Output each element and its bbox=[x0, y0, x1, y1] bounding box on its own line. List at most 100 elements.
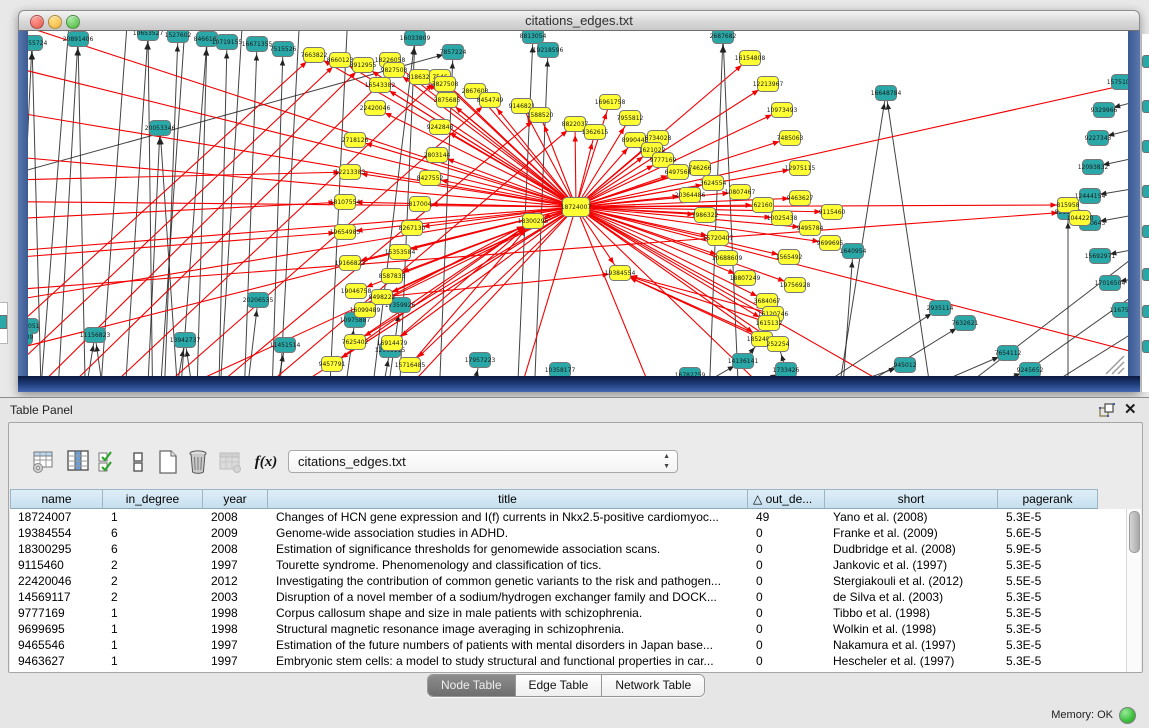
cell-short[interactable]: Stergiakouli et al. (2012) bbox=[825, 573, 998, 589]
graph-node[interactable]: 1588520 bbox=[527, 108, 554, 123]
graph-node[interactable]: 17957223 bbox=[465, 353, 496, 368]
graph-node[interactable]: 12975115 bbox=[785, 161, 816, 176]
cell-name[interactable]: 9463627 bbox=[10, 653, 103, 669]
table-row[interactable]: 2242004622012Investigating the contribut… bbox=[10, 573, 1126, 589]
cell-pagerank[interactable]: 5.3E-5 bbox=[998, 509, 1098, 525]
column-header-year[interactable]: year bbox=[203, 489, 268, 509]
close-panel-icon[interactable]: ✕ bbox=[1124, 400, 1137, 418]
cell-out_de[interactable]: 0 bbox=[748, 621, 825, 637]
cell-name[interactable]: 18300295 bbox=[10, 541, 103, 557]
graph-node[interactable]: 2718126 bbox=[342, 133, 369, 148]
float-panel-icon[interactable] bbox=[1098, 402, 1116, 418]
table-chooser-dropdown[interactable]: citations_edges.txt ▲▼ bbox=[288, 450, 678, 473]
show-columns-icon[interactable] bbox=[65, 448, 91, 476]
cell-title[interactable]: Tourette syndrome. Phenomenology and cla… bbox=[268, 557, 748, 573]
cell-in_degree[interactable]: 6 bbox=[103, 525, 203, 541]
graph-node[interactable]: 3827508 bbox=[432, 77, 459, 92]
cell-name[interactable]: 9699695 bbox=[10, 621, 103, 637]
graph-node[interactable]: 1044220 bbox=[1067, 211, 1094, 226]
table-row[interactable]: 911546021997Tourette syndrome. Phenomeno… bbox=[10, 557, 1126, 573]
cell-short[interactable]: Hescheler et al. (1997) bbox=[825, 653, 998, 669]
cell-in_degree[interactable]: 2 bbox=[103, 573, 203, 589]
cell-pagerank[interactable]: 5.9E-5 bbox=[998, 541, 1098, 557]
graph-node[interactable]: 746266 bbox=[689, 161, 712, 176]
table-vertical-scrollbar[interactable] bbox=[1126, 509, 1141, 672]
column-header-title[interactable]: title bbox=[268, 489, 748, 509]
cell-pagerank[interactable]: 5.3E-5 bbox=[998, 605, 1098, 621]
graph-node[interactable]: 9463627 bbox=[787, 191, 814, 206]
cell-year[interactable]: 1997 bbox=[203, 637, 268, 653]
cell-name[interactable]: 19384554 bbox=[10, 525, 103, 541]
create-table-icon[interactable] bbox=[155, 448, 181, 476]
graph-node[interactable]: 16961758 bbox=[595, 95, 626, 110]
graph-node[interactable]: 24055724 bbox=[28, 36, 47, 51]
cell-title[interactable]: Genome-wide association studies in ADHD. bbox=[268, 525, 748, 541]
cell-title[interactable]: Disruption of a novel member of a sodium… bbox=[268, 589, 748, 605]
cell-in_degree[interactable]: 6 bbox=[103, 541, 203, 557]
cell-out_de[interactable]: 0 bbox=[748, 573, 825, 589]
cell-short[interactable]: Tibbo et al. (1998) bbox=[825, 605, 998, 621]
graph-node[interactable]: 9329966 bbox=[1091, 103, 1118, 118]
cell-in_degree[interactable]: 1 bbox=[103, 621, 203, 637]
graph-node[interactable]: 9457791 bbox=[319, 357, 346, 372]
cell-title[interactable]: Estimation of the future numbers of pati… bbox=[268, 637, 748, 653]
graph-node[interactable]: 18807249 bbox=[730, 271, 761, 286]
graph-node[interactable]: 2803144 bbox=[424, 148, 451, 163]
graph-node[interactable]: 19046758 bbox=[341, 284, 372, 299]
graph-node[interactable]: 11451514 bbox=[270, 338, 301, 353]
graph-node[interactable]: 10358177 bbox=[545, 363, 576, 377]
graph-node[interactable]: 9699695 bbox=[817, 236, 844, 251]
cell-short[interactable]: Yano et al. (2008) bbox=[825, 509, 998, 525]
graph-node[interactable]: 7955812 bbox=[617, 111, 644, 126]
table-row[interactable]: 969969511998Structural magnetic resonanc… bbox=[10, 621, 1126, 637]
minimize-window-button[interactable] bbox=[48, 15, 62, 29]
cell-title[interactable]: Estimation of significance thresholds fo… bbox=[268, 541, 748, 557]
graph-node[interactable]: 12213967 bbox=[753, 77, 784, 92]
graph-node[interactable]: 7485063 bbox=[777, 131, 804, 146]
cell-name[interactable]: 9115460 bbox=[10, 557, 103, 573]
table-row[interactable]: 946362711997Embryonic stem cells: a mode… bbox=[10, 653, 1126, 669]
cell-out_de[interactable]: 49 bbox=[748, 509, 825, 525]
tab-network-table[interactable]: Network Table bbox=[602, 675, 704, 696]
canvas-resize-grip[interactable] bbox=[1112, 362, 1124, 374]
graph-node[interactable]: 16782759 bbox=[675, 368, 706, 377]
graph-node[interactable]: 15716485 bbox=[395, 358, 426, 373]
cell-year[interactable]: 2003 bbox=[203, 589, 268, 605]
graph-node[interactable]: 7515526 bbox=[270, 42, 297, 57]
graph-node[interactable]: 19166823 bbox=[335, 256, 366, 271]
graph-node[interactable]: 8427552 bbox=[417, 171, 444, 186]
cell-pagerank[interactable]: 5.3E-5 bbox=[998, 589, 1098, 605]
cell-out_de[interactable]: 0 bbox=[748, 557, 825, 573]
cell-in_degree[interactable]: 2 bbox=[103, 589, 203, 605]
graph-node[interactable]: 1565492 bbox=[776, 250, 803, 265]
graph-node[interactable]: 9495784 bbox=[797, 221, 824, 236]
graph-node[interactable]: 817004 bbox=[409, 197, 432, 212]
delete-table-icon[interactable] bbox=[185, 448, 211, 476]
graph-node[interactable]: 7632621 bbox=[952, 316, 979, 331]
graph-node[interactable]: 252254 bbox=[767, 337, 790, 352]
graph-node[interactable]: 16648784 bbox=[871, 86, 902, 101]
graph-node[interactable]: 16671355 bbox=[242, 37, 273, 52]
tab-edge-table[interactable]: Edge Table bbox=[516, 675, 603, 696]
graph-node[interactable]: 20364486 bbox=[675, 188, 706, 203]
cell-out_de[interactable]: 0 bbox=[748, 589, 825, 605]
cell-year[interactable]: 2008 bbox=[203, 541, 268, 557]
cell-year[interactable]: 2012 bbox=[203, 573, 268, 589]
column-header-short[interactable]: short bbox=[825, 489, 998, 509]
cell-name[interactable]: 9777169 bbox=[10, 605, 103, 621]
graph-node[interactable]: 7857224 bbox=[440, 45, 467, 60]
graph-node[interactable]: 8813054 bbox=[520, 31, 547, 44]
cell-out_de[interactable]: 0 bbox=[748, 525, 825, 541]
graph-node[interactable]: 9227343 bbox=[1085, 131, 1112, 146]
select-columns-icon[interactable] bbox=[95, 448, 121, 476]
cell-title[interactable]: Embryonic stem cells: a model to study s… bbox=[268, 653, 748, 669]
citation-network-graph[interactable]: 2405572420891406106535271527602846616010… bbox=[28, 31, 1128, 376]
cell-year[interactable]: 1997 bbox=[203, 557, 268, 573]
cell-short[interactable]: de Silva et al. (2003) bbox=[825, 589, 998, 605]
graph-node[interactable]: 12093832 bbox=[1078, 160, 1109, 175]
cell-in_degree[interactable]: 1 bbox=[103, 653, 203, 669]
graph-node[interactable]: 1733426 bbox=[773, 363, 800, 377]
graph-node[interactable]: 2687682 bbox=[710, 31, 737, 44]
network-canvas[interactable]: 2405572420891406106535271527602846616010… bbox=[28, 31, 1128, 376]
graph-node[interactable]: 62160 bbox=[753, 198, 774, 213]
